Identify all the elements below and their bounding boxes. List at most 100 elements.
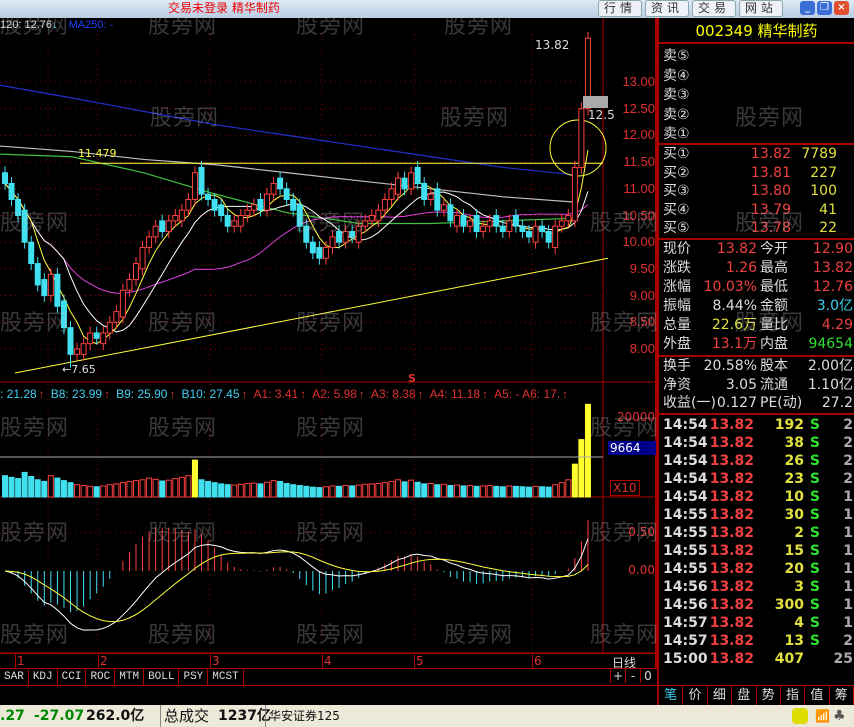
trade-time: 14:54 bbox=[663, 453, 708, 469]
nav-trade-button[interactable]: 交易 bbox=[692, 0, 736, 17]
volume-bar bbox=[447, 485, 454, 498]
trade-count: 1 bbox=[843, 543, 853, 559]
trade-row: 14:54 13.82 38 S 2 bbox=[663, 434, 853, 453]
ma30-line bbox=[4, 183, 589, 294]
indicator-tab-mcst[interactable]: MCST bbox=[208, 669, 244, 685]
volume-bar bbox=[159, 480, 166, 498]
detail-tab[interactable]: 细 bbox=[708, 686, 733, 705]
signal-icon[interactable]: 📶 bbox=[815, 705, 830, 727]
volume-bar bbox=[146, 477, 153, 498]
price-tick-label: 9.50 bbox=[629, 260, 655, 276]
trade-count: 2 bbox=[843, 453, 853, 469]
indicator-tab-boll[interactable]: BOLL bbox=[144, 669, 180, 685]
trade-volume: 407 bbox=[774, 651, 804, 667]
detail-tab[interactable]: 势 bbox=[757, 686, 781, 705]
candle-up bbox=[270, 182, 277, 195]
trade-side: S bbox=[809, 507, 820, 523]
detail-tab[interactable]: 值 bbox=[805, 686, 830, 705]
volume-bar bbox=[80, 485, 87, 498]
volume-bar bbox=[113, 483, 120, 498]
price-tick-label: 11.50 bbox=[623, 154, 655, 170]
indicator-tab-roc[interactable]: ROC bbox=[86, 669, 116, 685]
trade-volume: 4 bbox=[794, 615, 804, 631]
zoom-control-button[interactable]: - bbox=[625, 669, 640, 683]
status-bar: .27 -27.07 262.0亿 总成交 1237亿 华安证券125 📶 ♣ bbox=[0, 705, 854, 727]
candle-down bbox=[15, 198, 22, 216]
detail-tab[interactable]: 筹 bbox=[830, 686, 854, 705]
trade-count: 25 bbox=[833, 651, 853, 667]
pattern-value: A5: - A6: 17. bbox=[494, 387, 561, 401]
trade-side: S bbox=[809, 579, 820, 595]
stat-value: 10.03% bbox=[703, 279, 757, 295]
close-icon[interactable]: × bbox=[834, 1, 849, 15]
indicator-tab-sar[interactable]: SAR bbox=[0, 669, 29, 685]
volume-bar bbox=[532, 485, 539, 498]
notify-icon[interactable] bbox=[792, 708, 808, 724]
trade-time: 14:54 bbox=[663, 435, 708, 451]
volume-bar bbox=[100, 485, 107, 498]
trade-row: 14:54 13.82 26 S 2 bbox=[663, 452, 853, 471]
stat-value: 12.90 bbox=[812, 241, 853, 257]
volume-bar bbox=[185, 475, 192, 498]
volume-bar bbox=[506, 485, 513, 498]
volume-bar bbox=[329, 485, 336, 498]
zoom-control-button[interactable]: + bbox=[610, 669, 625, 683]
ask-row: 卖④ bbox=[663, 67, 853, 86]
candle-down bbox=[309, 241, 316, 254]
trade-count: 2 bbox=[843, 471, 853, 487]
trade-count: 1 bbox=[843, 507, 853, 523]
detail-tab[interactable]: 盘 bbox=[732, 686, 757, 705]
volume-bar bbox=[74, 484, 81, 498]
trade-side: S bbox=[809, 471, 820, 487]
candle-up bbox=[381, 198, 388, 211]
stat-label: 今开 bbox=[760, 241, 788, 257]
volume-bar bbox=[67, 482, 74, 498]
bid-price: 13.78 bbox=[750, 220, 791, 236]
detail-tabs: 笔价细盘势指值筹 bbox=[659, 685, 854, 705]
stat-label: 总量 bbox=[663, 317, 691, 333]
candle-up bbox=[74, 348, 81, 355]
fund-value: 0.127 bbox=[716, 395, 757, 411]
volume-bar bbox=[198, 479, 205, 498]
price-tick-label: 9.00 bbox=[629, 287, 655, 303]
volume-bar bbox=[584, 403, 591, 498]
zoom-control-button[interactable]: 0 bbox=[640, 669, 655, 683]
candle-down bbox=[499, 225, 506, 233]
restore-icon[interactable]: ❐ bbox=[817, 1, 832, 15]
kline-chart-svg[interactable] bbox=[0, 0, 657, 668]
trade-count: 1 bbox=[843, 597, 853, 613]
total-volume: 1237亿 bbox=[218, 708, 271, 724]
stat-label: 量比 bbox=[760, 317, 788, 333]
volume-bar bbox=[368, 483, 375, 498]
trade-price: 13.82 bbox=[709, 579, 754, 595]
volume-bar bbox=[205, 480, 212, 498]
stat-label: 最高 bbox=[760, 260, 788, 276]
detail-tab[interactable]: 价 bbox=[683, 686, 708, 705]
trade-price: 13.82 bbox=[709, 507, 754, 523]
volume-bar bbox=[296, 485, 303, 498]
tree-icon[interactable]: ♣ bbox=[833, 705, 846, 727]
trade-row: 14:56 13.82 3 S 1 bbox=[663, 578, 853, 597]
volume-bar bbox=[309, 486, 316, 498]
ma250-value: MA250: - bbox=[68, 19, 114, 31]
nav-website-button[interactable]: 网站 bbox=[739, 0, 783, 17]
candle-up bbox=[165, 220, 172, 233]
indicator-tab-cci[interactable]: CCI bbox=[58, 669, 87, 685]
indicator-tab-mtm[interactable]: MTM bbox=[115, 669, 145, 685]
date-tick-label: 3 bbox=[210, 654, 220, 668]
pattern-value: : 21.28 bbox=[0, 387, 37, 401]
detail-tab[interactable]: 笔 bbox=[659, 686, 684, 705]
indicator-tab-kdj[interactable]: KDJ bbox=[29, 669, 58, 685]
volume-bar bbox=[178, 476, 185, 498]
stat-label: 振幅 bbox=[663, 298, 691, 314]
detail-tab[interactable]: 指 bbox=[781, 686, 806, 705]
indicator-tab-psy[interactable]: PSY bbox=[179, 669, 209, 685]
fund-label: 收益(一) bbox=[663, 395, 716, 411]
volume-bar bbox=[237, 483, 244, 498]
fundamental-row: 换手 20.58% 股本 2.00亿 bbox=[663, 357, 853, 376]
minimize-icon[interactable]: _ bbox=[800, 1, 815, 15]
fund-label: 换手 bbox=[663, 358, 691, 374]
trade-count: 2 bbox=[843, 633, 853, 649]
volume-bar bbox=[473, 485, 480, 498]
macd-dea-line bbox=[4, 551, 589, 623]
